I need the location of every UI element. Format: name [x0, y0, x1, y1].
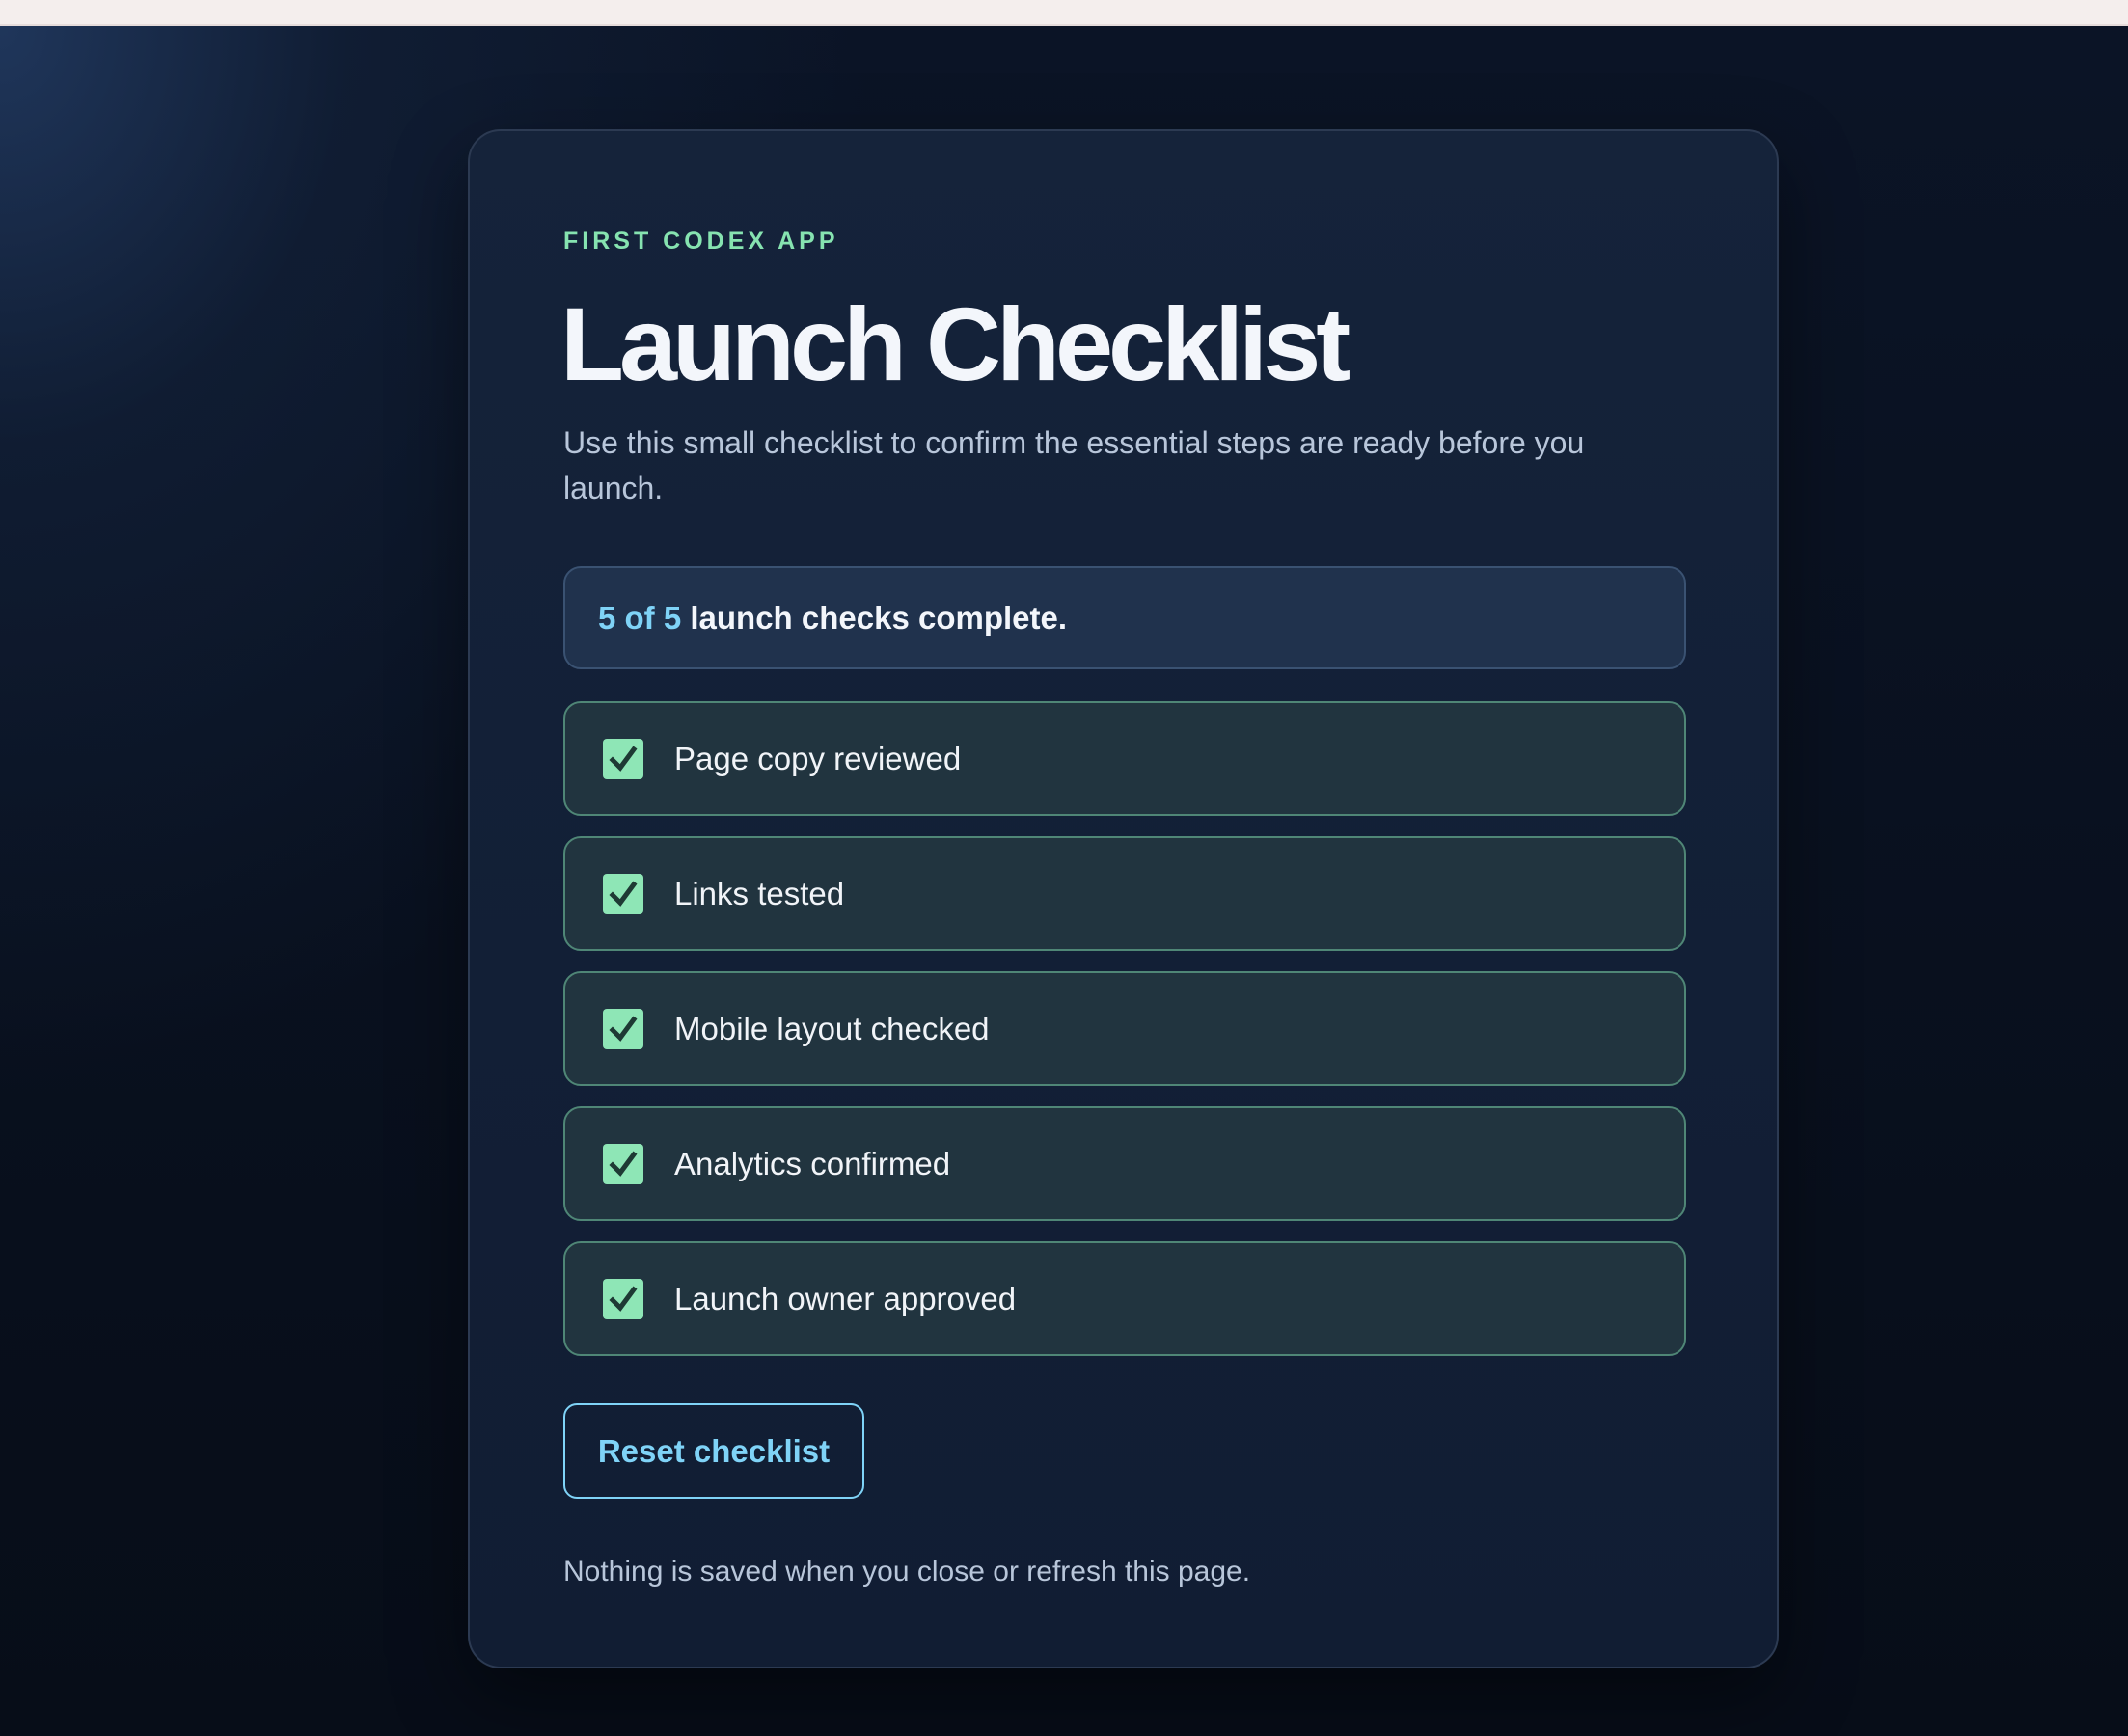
- checklist-item-label: Launch owner approved: [674, 1280, 1017, 1316]
- progress-text: launch checks complete.: [681, 599, 1068, 636]
- checklist-item-label: Mobile layout checked: [674, 1010, 990, 1046]
- page-subtitle: Use this small checklist to confirm the …: [563, 425, 1585, 505]
- checkbox[interactable]: [603, 873, 643, 914]
- progress-summary: 5 of 5 launch checks complete.: [563, 566, 1686, 669]
- app-eyebrow: FIRST CODEX APP: [563, 228, 839, 255]
- checklist-item-mobile-layout[interactable]: Mobile layout checked: [563, 971, 1686, 1086]
- checklist-item-analytics[interactable]: Analytics confirmed: [563, 1106, 1686, 1221]
- checkbox[interactable]: [603, 1008, 643, 1049]
- checkbox[interactable]: [603, 738, 643, 779]
- checkmark-icon: [609, 1151, 638, 1177]
- checklist-item-label: Links tested: [674, 875, 845, 911]
- checklist-item-links[interactable]: Links tested: [563, 836, 1686, 951]
- reset-checklist-button[interactable]: Reset checklist: [563, 1403, 864, 1499]
- checklist-item-label: Analytics confirmed: [674, 1145, 951, 1181]
- checklist-card: FIRST CODEX APP Launch Checklist Use thi…: [468, 129, 1779, 1668]
- checkmark-icon: [609, 1016, 638, 1042]
- persistence-note: Nothing is saved when you close or refre…: [563, 1556, 1251, 1587]
- checkbox[interactable]: [603, 1278, 643, 1319]
- checklist-item-label: Page copy reviewed: [674, 740, 962, 776]
- browser-top-strip: [0, 0, 2128, 26]
- checkmark-icon: [609, 881, 638, 907]
- checklist: Page copy reviewed Links tested Mobile l…: [563, 701, 1686, 1376]
- checklist-item-page-copy[interactable]: Page copy reviewed: [563, 701, 1686, 816]
- checklist-item-owner-approval[interactable]: Launch owner approved: [563, 1241, 1686, 1356]
- checkbox[interactable]: [603, 1143, 643, 1184]
- checkmark-icon: [609, 746, 638, 772]
- page-title: Launch Checklist: [560, 285, 1350, 402]
- progress-count: 5 of 5: [598, 599, 682, 636]
- checkmark-icon: [609, 1286, 638, 1312]
